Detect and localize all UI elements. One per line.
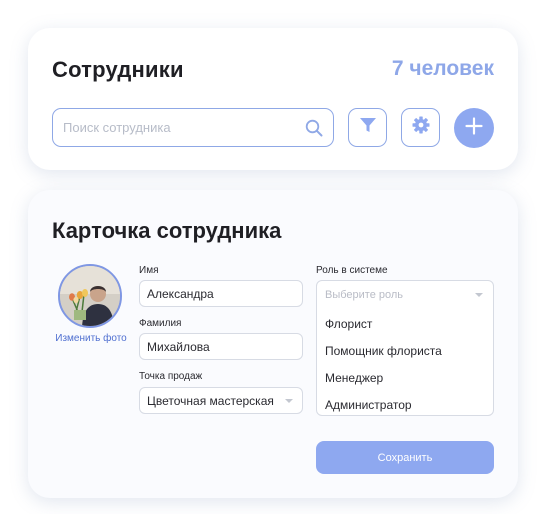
chevron-down-icon	[475, 293, 483, 297]
first-name-field[interactable]	[139, 280, 303, 307]
change-photo-link[interactable]: Изменить фото	[48, 333, 134, 344]
first-name-input[interactable]	[147, 281, 297, 306]
point-of-sale-label: Точка продаж	[139, 371, 203, 382]
staff-count: 7 человек	[391, 57, 494, 80]
last-name-label: Фамилия	[139, 318, 182, 329]
last-name-field[interactable]	[139, 333, 303, 360]
search-box[interactable]	[52, 108, 334, 147]
role-label: Роль в системе	[316, 265, 388, 276]
filter-icon	[358, 115, 378, 140]
gear-icon	[411, 115, 431, 140]
employee-card: Карточка сотрудника Изменить фото Имя Фа…	[28, 190, 518, 498]
avatar-photo	[60, 266, 120, 326]
add-employee-button[interactable]	[454, 108, 494, 148]
role-option-florist[interactable]: Флорист	[325, 317, 372, 331]
role-option-florist-assistant[interactable]: Помощник флориста	[325, 344, 442, 358]
point-of-sale-value: Цветочная мастерская	[147, 394, 274, 408]
last-name-input[interactable]	[147, 334, 297, 359]
role-dropdown[interactable]: Выберите роль Флорист Помощник флориста …	[316, 280, 494, 416]
search-input[interactable]	[63, 109, 293, 145]
staff-title: Сотрудники	[52, 57, 184, 82]
staff-card: Сотрудники 7 человек	[28, 28, 518, 170]
avatar	[58, 264, 122, 328]
save-button[interactable]: Сохранить	[316, 441, 494, 474]
role-option-manager[interactable]: Менеджер	[325, 371, 383, 385]
chevron-down-icon	[285, 399, 293, 403]
role-option-administrator[interactable]: Администратор	[325, 398, 412, 412]
employee-card-title: Карточка сотрудника	[52, 218, 282, 243]
search-icon[interactable]	[304, 118, 324, 138]
filter-button[interactable]	[348, 108, 387, 147]
point-of-sale-select[interactable]: Цветочная мастерская	[139, 387, 303, 414]
role-placeholder: Выберите роль	[325, 289, 404, 301]
plus-icon	[464, 116, 484, 141]
settings-button[interactable]	[401, 108, 440, 147]
first-name-label: Имя	[139, 265, 159, 276]
